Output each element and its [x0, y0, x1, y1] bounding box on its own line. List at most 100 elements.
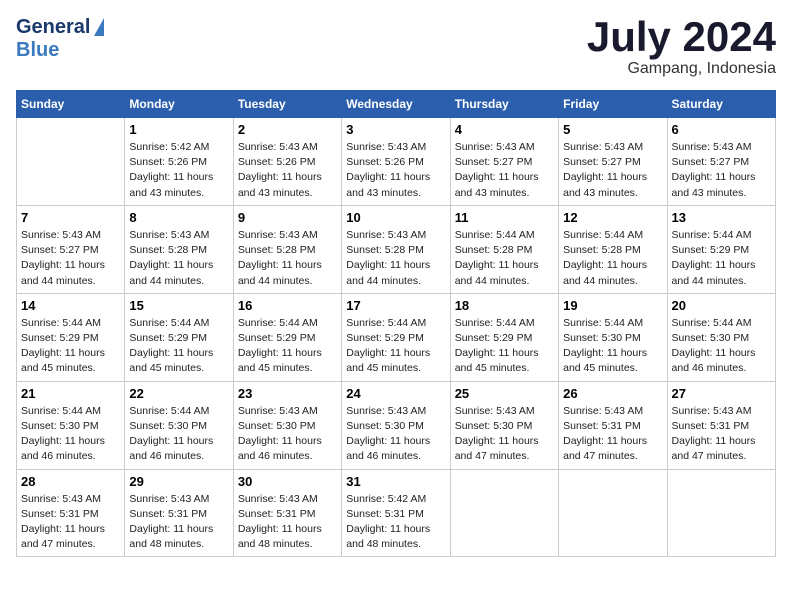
calendar-cell: 8 Sunrise: 5:43 AMSunset: 5:28 PMDaylight… [125, 205, 233, 293]
day-info: Sunrise: 5:43 AMSunset: 5:28 PMDaylight:… [346, 228, 445, 289]
calendar-cell: 18 Sunrise: 5:44 AMSunset: 5:29 PMDayligh… [450, 293, 558, 381]
day-info: Sunrise: 5:42 AMSunset: 5:26 PMDaylight:… [129, 140, 228, 201]
title-block: July 2024 Gampang, Indonesia [587, 16, 776, 78]
day-number: 10 [346, 210, 445, 225]
day-info: Sunrise: 5:44 AMSunset: 5:30 PMDaylight:… [129, 404, 228, 465]
day-number: 5 [563, 122, 662, 137]
day-number: 23 [238, 386, 337, 401]
day-info: Sunrise: 5:43 AMSunset: 5:28 PMDaylight:… [238, 228, 337, 289]
calendar-cell: 2 Sunrise: 5:43 AMSunset: 5:26 PMDaylight… [233, 118, 341, 206]
day-number: 28 [21, 474, 120, 489]
day-number: 6 [672, 122, 771, 137]
day-info: Sunrise: 5:44 AMSunset: 5:29 PMDaylight:… [238, 316, 337, 377]
day-number: 12 [563, 210, 662, 225]
day-number: 9 [238, 210, 337, 225]
calendar-body: 1 Sunrise: 5:42 AMSunset: 5:26 PMDaylight… [17, 118, 776, 557]
day-number: 1 [129, 122, 228, 137]
day-info: Sunrise: 5:44 AMSunset: 5:29 PMDaylight:… [672, 228, 771, 289]
calendar-cell: 4 Sunrise: 5:43 AMSunset: 5:27 PMDaylight… [450, 118, 558, 206]
day-number: 7 [21, 210, 120, 225]
day-number: 22 [129, 386, 228, 401]
week-row-4: 21Sunrise: 5:44 AMSunset: 5:30 PMDayligh… [17, 381, 776, 469]
calendar-cell: 23 Sunrise: 5:43 AMSunset: 5:30 PMDayligh… [233, 381, 341, 469]
day-info: Sunrise: 5:43 AMSunset: 5:28 PMDaylight:… [129, 228, 228, 289]
day-info: Sunrise: 5:42 AMSunset: 5:31 PMDaylight:… [346, 492, 445, 553]
day-info: Sunrise: 5:43 AMSunset: 5:30 PMDaylight:… [238, 404, 337, 465]
day-number: 27 [672, 386, 771, 401]
day-info: Sunrise: 5:44 AMSunset: 5:29 PMDaylight:… [21, 316, 120, 377]
day-number: 25 [455, 386, 554, 401]
day-number: 26 [563, 386, 662, 401]
calendar-cell: 9 Sunrise: 5:43 AMSunset: 5:28 PMDaylight… [233, 205, 341, 293]
calendar-cell: 10 Sunrise: 5:43 AMSunset: 5:28 PMDayligh… [342, 205, 450, 293]
day-number: 3 [346, 122, 445, 137]
day-info: Sunrise: 5:43 AMSunset: 5:31 PMDaylight:… [238, 492, 337, 553]
day-info: Sunrise: 5:43 AMSunset: 5:27 PMDaylight:… [672, 140, 771, 201]
calendar-cell: 29Sunrise: 5:43 AMSunset: 5:31 PMDayligh… [125, 469, 233, 557]
day-number: 20 [672, 298, 771, 313]
day-number: 16 [238, 298, 337, 313]
calendar-cell: 14 Sunrise: 5:44 AMSunset: 5:29 PMDayligh… [17, 293, 125, 381]
header-cell-tuesday: Tuesday [233, 91, 341, 118]
calendar-cell: 24Sunrise: 5:43 AMSunset: 5:30 PMDayligh… [342, 381, 450, 469]
day-info: Sunrise: 5:43 AMSunset: 5:27 PMDaylight:… [455, 140, 554, 201]
calendar-cell [450, 469, 558, 557]
day-number: 8 [129, 210, 228, 225]
day-number: 14 [21, 298, 120, 313]
calendar-table: SundayMondayTuesdayWednesdayThursdayFrid… [16, 90, 776, 557]
day-number: 29 [129, 474, 228, 489]
calendar-cell: 19Sunrise: 5:44 AMSunset: 5:30 PMDayligh… [559, 293, 667, 381]
calendar-cell: 3 Sunrise: 5:43 AMSunset: 5:26 PMDaylight… [342, 118, 450, 206]
day-number: 13 [672, 210, 771, 225]
week-row-5: 28 Sunrise: 5:43 AMSunset: 5:31 PMDayligh… [17, 469, 776, 557]
calendar-cell: 27Sunrise: 5:43 AMSunset: 5:31 PMDayligh… [667, 381, 775, 469]
day-number: 17 [346, 298, 445, 313]
day-info: Sunrise: 5:43 AMSunset: 5:27 PMDaylight:… [563, 140, 662, 201]
logo-general-text: General [16, 16, 90, 39]
calendar-cell: 22 Sunrise: 5:44 AMSunset: 5:30 PMDayligh… [125, 381, 233, 469]
calendar-cell: 7Sunrise: 5:43 AMSunset: 5:27 PMDaylight… [17, 205, 125, 293]
day-info: Sunrise: 5:44 AMSunset: 5:29 PMDaylight:… [129, 316, 228, 377]
day-number: 18 [455, 298, 554, 313]
day-number: 19 [563, 298, 662, 313]
calendar-cell: 30 Sunrise: 5:43 AMSunset: 5:31 PMDayligh… [233, 469, 341, 557]
calendar-header: SundayMondayTuesdayWednesdayThursdayFrid… [17, 91, 776, 118]
day-number: 2 [238, 122, 337, 137]
day-info: Sunrise: 5:43 AMSunset: 5:31 PMDaylight:… [563, 404, 662, 465]
day-number: 11 [455, 210, 554, 225]
header-cell-wednesday: Wednesday [342, 91, 450, 118]
location-text: Gampang, Indonesia [587, 60, 776, 78]
calendar-cell: 12Sunrise: 5:44 AMSunset: 5:28 PMDayligh… [559, 205, 667, 293]
header-cell-friday: Friday [559, 91, 667, 118]
day-info: Sunrise: 5:44 AMSunset: 5:29 PMDaylight:… [455, 316, 554, 377]
day-info: Sunrise: 5:43 AMSunset: 5:26 PMDaylight:… [346, 140, 445, 201]
calendar-cell: 28Sunrise: 5:43 AMSunset: 5:31 PMDayligh… [17, 469, 125, 557]
calendar-cell [17, 118, 125, 206]
header-cell-thursday: Thursday [450, 91, 558, 118]
day-number: 15 [129, 298, 228, 313]
day-info: Sunrise: 5:44 AMSunset: 5:30 PMDaylight:… [672, 316, 771, 377]
day-info: Sunrise: 5:43 AMSunset: 5:30 PMDaylight:… [346, 404, 445, 465]
day-info: Sunrise: 5:44 AMSunset: 5:29 PMDaylight:… [346, 316, 445, 377]
calendar-cell: 15 Sunrise: 5:44 AMSunset: 5:29 PMDayligh… [125, 293, 233, 381]
day-info: Sunrise: 5:43 AMSunset: 5:26 PMDaylight:… [238, 140, 337, 201]
day-number: 4 [455, 122, 554, 137]
logo: General Blue [16, 16, 104, 62]
week-row-2: 7Sunrise: 5:43 AMSunset: 5:27 PMDaylight… [17, 205, 776, 293]
day-info: Sunrise: 5:44 AMSunset: 5:30 PMDaylight:… [21, 404, 120, 465]
calendar-cell [667, 469, 775, 557]
logo-blue-text: Blue [16, 39, 104, 62]
calendar-cell: 17 Sunrise: 5:44 AMSunset: 5:29 PMDayligh… [342, 293, 450, 381]
logo-triangle-icon [94, 18, 104, 36]
calendar-cell: 6 Sunrise: 5:43 AMSunset: 5:27 PMDaylight… [667, 118, 775, 206]
header-row: SundayMondayTuesdayWednesdayThursdayFrid… [17, 91, 776, 118]
calendar-cell: 20 Sunrise: 5:44 AMSunset: 5:30 PMDayligh… [667, 293, 775, 381]
calendar-cell: 25 Sunrise: 5:43 AMSunset: 5:30 PMDayligh… [450, 381, 558, 469]
header-cell-saturday: Saturday [667, 91, 775, 118]
header-cell-sunday: Sunday [17, 91, 125, 118]
calendar-cell: 16 Sunrise: 5:44 AMSunset: 5:29 PMDayligh… [233, 293, 341, 381]
day-number: 30 [238, 474, 337, 489]
header-cell-monday: Monday [125, 91, 233, 118]
day-info: Sunrise: 5:44 AMSunset: 5:28 PMDaylight:… [455, 228, 554, 289]
day-info: Sunrise: 5:43 AMSunset: 5:30 PMDaylight:… [455, 404, 554, 465]
